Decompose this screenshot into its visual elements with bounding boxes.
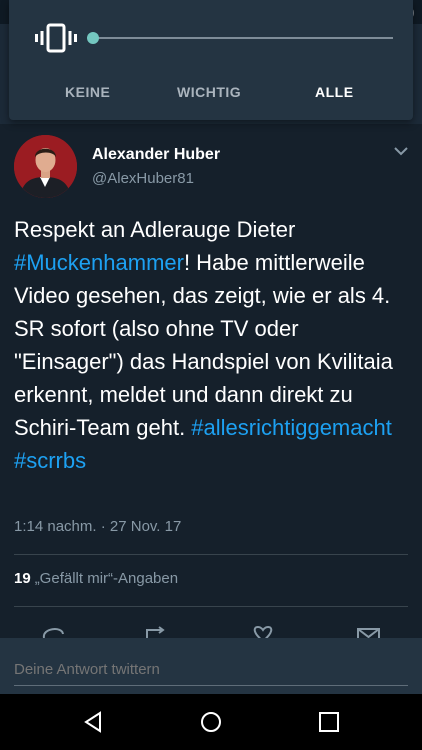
author-name[interactable]: Alexander Huber — [92, 146, 220, 164]
mode-none-button[interactable]: KEINE — [65, 84, 110, 100]
tweet-text: Respekt an Adlerauge Dieter #Muckenhamme… — [14, 213, 410, 477]
likes-count: 19 — [14, 570, 31, 587]
author-handle[interactable]: @AlexHuber81 — [92, 170, 194, 187]
hashtag-link[interactable]: #Muckenhammer — [14, 250, 184, 275]
home-icon[interactable] — [199, 710, 223, 734]
tweet-text-part: ! Habe mittlerweile Video gesehen, das z… — [14, 250, 393, 440]
avatar[interactable] — [14, 135, 77, 198]
divider — [14, 554, 408, 555]
vibrate-icon[interactable] — [35, 22, 77, 54]
back-icon[interactable] — [81, 710, 105, 734]
recents-icon[interactable] — [317, 710, 341, 734]
tweet-text-part: Respekt an Adlerauge Dieter — [14, 217, 296, 242]
system-navigation-bar — [0, 694, 422, 750]
likes-label: „Gefällt mir“-Angaben — [34, 570, 179, 587]
profile-photo — [14, 135, 77, 198]
chevron-down-icon[interactable] — [393, 145, 409, 157]
volume-slider-track[interactable] — [93, 37, 393, 39]
volume-slider-thumb[interactable] — [87, 32, 99, 44]
likes-count-link[interactable]: 19 „Gefällt mir“-Angaben — [14, 570, 178, 587]
notification-mode-panel: KEINE WICHTIG ALLE — [9, 0, 413, 120]
tweet-timestamp: 1:14 nachm. · 27 Nov. 17 — [14, 518, 182, 535]
reply-input[interactable] — [14, 654, 408, 686]
divider — [14, 606, 408, 607]
reply-bar — [0, 638, 422, 694]
mode-important-button[interactable]: WICHTIG — [177, 84, 241, 100]
hashtag-link[interactable]: #allesrichtiggemacht — [191, 415, 392, 440]
hashtag-link[interactable]: #scrrbs — [14, 448, 86, 473]
mode-all-button[interactable]: ALLE — [315, 84, 354, 100]
